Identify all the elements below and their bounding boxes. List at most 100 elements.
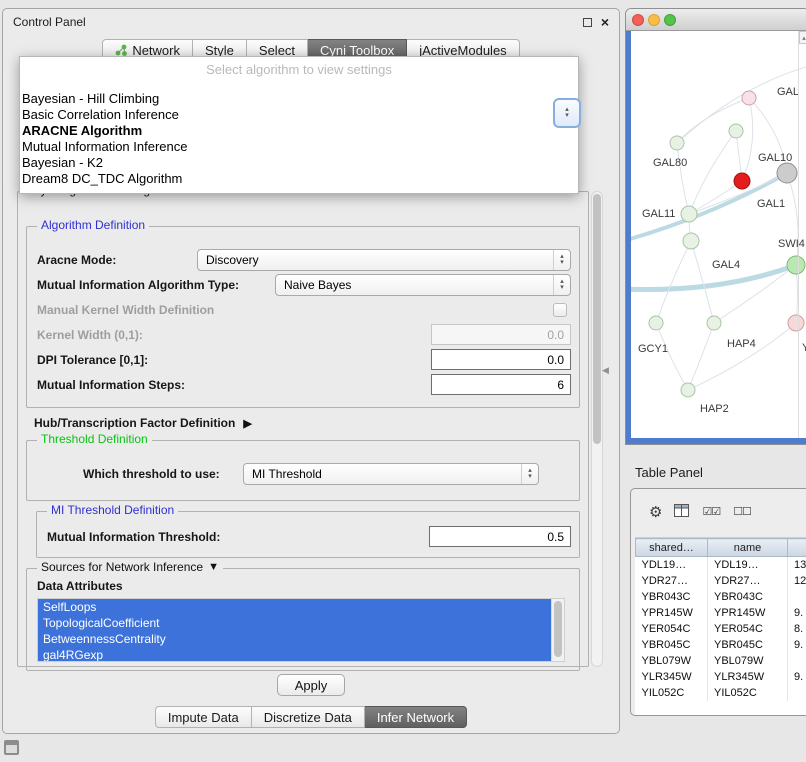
table-row[interactable]: YER054CYER054C8. <box>636 621 806 637</box>
table-cell: YDR27… <box>636 573 708 589</box>
network-edge[interactable] <box>691 241 714 323</box>
dpi-tolerance-field[interactable]: 0.0 <box>431 349 571 370</box>
table-cell: YER054C <box>708 621 788 637</box>
scrollbar-thumb[interactable] <box>593 194 601 444</box>
attributes-list-scrollbar[interactable] <box>551 599 564 661</box>
tab-discretize-data[interactable]: Discretize Data <box>252 706 365 728</box>
manual-kernel-label: Manual Kernel Width Definition <box>37 303 214 317</box>
table-column-header[interactable]: shared… <box>636 539 708 557</box>
mi-threshold-definition-title: MI Threshold Definition <box>47 503 178 517</box>
network-node[interactable] <box>707 316 721 330</box>
network-edge[interactable] <box>742 98 753 181</box>
table-cell: YBL079W <box>636 653 708 669</box>
aracne-mode-select[interactable]: Discovery ▴▾ <box>197 249 571 271</box>
splitter-collapse-icon[interactable]: ◀ <box>602 365 609 376</box>
network-node-label: GAL4 <box>712 259 740 271</box>
scroll-up-icon[interactable]: ▴ <box>799 31 806 44</box>
algorithm-option[interactable]: Bayesian - Hill Climbing <box>20 91 578 107</box>
table-cell: YER054C <box>636 621 708 637</box>
network-window-titlebar <box>626 9 806 31</box>
algorithm-option[interactable]: Bayesian - K2 <box>20 155 578 171</box>
mi-threshold-label: Mutual Information Threshold: <box>47 530 220 544</box>
chevron-down-icon: ▼ <box>208 561 219 573</box>
table-row[interactable]: YBR043CYBR043C <box>636 589 806 605</box>
data-attribute-item[interactable]: BetweennessCentrality <box>38 631 551 647</box>
tab-infer-network[interactable]: Infer Network <box>365 706 467 728</box>
data-attribute-item[interactable]: TopologicalCoefficient <box>38 615 551 631</box>
scrollbar-thumb[interactable] <box>554 601 562 657</box>
algorithm-definition-title: Algorithm Definition <box>37 218 149 232</box>
sources-group-title[interactable]: Sources for Network Inference ▼ <box>37 560 223 574</box>
table-cell: YBR043C <box>708 589 788 605</box>
table-cell: 8. <box>788 621 806 637</box>
settings-scrollbar[interactable] <box>591 191 603 667</box>
minimized-panel-icon[interactable] <box>4 740 19 755</box>
gear-icon[interactable]: ⚙ <box>649 505 661 520</box>
apply-button[interactable]: Apply <box>277 674 345 696</box>
show-checked-columns-icon[interactable]: ☑☑ <box>702 507 720 518</box>
algorithm-option[interactable]: ARACNE Algorithm <box>20 123 578 139</box>
data-attributes-label: Data Attributes <box>37 579 571 593</box>
network-node[interactable] <box>742 91 756 105</box>
table-panel-title: Table Panel <box>635 465 703 480</box>
mi-algorithm-select[interactable]: Naive Bayes ▴▾ <box>275 274 571 296</box>
zoom-traffic-light[interactable] <box>664 14 676 26</box>
table-cell: YPR145W <box>636 605 708 621</box>
algorithm-combobox-stepper[interactable]: ▴ ▾ <box>553 98 581 128</box>
data-attribute-item[interactable]: gal4RGexp <box>38 647 551 662</box>
table-cell: YPR145W <box>708 605 788 621</box>
network-node[interactable] <box>649 316 663 330</box>
algorithm-option[interactable]: Mutual Information Inference <box>20 139 578 155</box>
tab-impute-data[interactable]: Impute Data <box>155 706 252 728</box>
table-column-header[interactable] <box>788 539 806 557</box>
control-panel-titlebar: Control Panel × <box>3 9 619 35</box>
table-row[interactable]: YLR345WYLR345W9. <box>636 669 806 685</box>
table-row[interactable]: YBR045CYBR045C9. <box>636 637 806 653</box>
algorithm-option[interactable]: Dream8 DC_TDC Algorithm <box>20 171 578 187</box>
mi-steps-field[interactable]: 6 <box>431 374 571 395</box>
hub-definition-expander[interactable]: Hub/Transcription Factor Definition ▶ <box>34 412 588 434</box>
data-attribute-item[interactable]: SelfLoops <box>38 599 551 615</box>
network-node[interactable] <box>777 163 797 183</box>
threshold-definition-title: Threshold Definition <box>37 432 152 446</box>
table-column-header[interactable]: name <box>708 539 788 557</box>
network-node[interactable] <box>734 173 750 189</box>
network-edge[interactable] <box>677 143 689 214</box>
network-node[interactable] <box>670 136 684 150</box>
network-tab-icon <box>115 44 127 56</box>
table-row[interactable]: YDR27…YDR27…12 <box>636 573 806 589</box>
table-row[interactable]: YBL079WYBL079W <box>636 653 806 669</box>
close-traffic-light[interactable] <box>632 14 644 26</box>
minimize-traffic-light[interactable] <box>648 14 660 26</box>
network-edge[interactable] <box>787 173 798 265</box>
which-threshold-select[interactable]: MI Threshold ▴▾ <box>243 463 539 485</box>
table-row[interactable]: YPR145WYPR145W9. <box>636 605 806 621</box>
network-node[interactable] <box>683 233 699 249</box>
cyni-bottom-tabs: Impute DataDiscretize DataInfer Network <box>3 706 619 728</box>
table-row[interactable]: YIL052CYIL052C <box>636 685 806 701</box>
columns-icon[interactable] <box>674 504 689 520</box>
network-vertical-scrollbar[interactable]: ▴ <box>798 31 806 438</box>
network-edge[interactable] <box>656 241 691 323</box>
mi-threshold-field[interactable]: 0.5 <box>429 526 571 547</box>
which-threshold-label: Which threshold to use: <box>83 467 220 481</box>
table-cell: YDL19… <box>708 557 788 573</box>
network-node[interactable] <box>681 383 695 397</box>
network-node-label: GAL11 <box>642 208 675 220</box>
mi-threshold-definition-group: MI Threshold Definition Mutual Informati… <box>36 511 580 558</box>
network-edge[interactable] <box>688 323 714 390</box>
network-edge[interactable] <box>714 265 796 323</box>
network-node-label: HAP4 <box>727 338 756 350</box>
network-node[interactable] <box>681 206 697 222</box>
network-edge[interactable] <box>688 323 796 390</box>
close-icon[interactable]: × <box>601 17 609 27</box>
network-node[interactable] <box>729 124 743 138</box>
algorithm-option[interactable]: Basic Correlation Inference <box>20 107 578 123</box>
network-edge[interactable] <box>656 323 688 390</box>
float-window-icon[interactable] <box>583 18 592 27</box>
hide-columns-icon[interactable]: ☐☐ <box>733 507 751 518</box>
table-row[interactable]: YDL19…YDL19…13 <box>636 557 806 573</box>
network-canvas[interactable]: GALGAL80GAL10GAL11GAL1SWI4GAL4GCY1HAP4YH… <box>631 31 806 438</box>
threshold-definition-group: Threshold Definition Which threshold to … <box>26 440 580 501</box>
table-cell: YBL079W <box>708 653 788 669</box>
